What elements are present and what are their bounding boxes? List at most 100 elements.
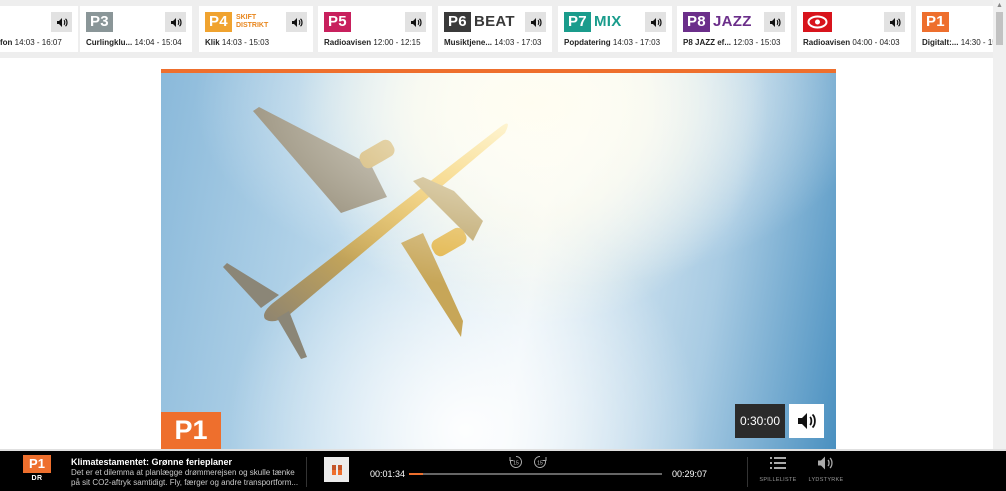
- channel-play-button[interactable]: [884, 12, 905, 32]
- channel-info: P8 JAZZ ef... 12:03 - 15:03: [683, 38, 780, 48]
- speaker-icon: [650, 17, 662, 27]
- scroll-thumb[interactable]: [996, 12, 1003, 45]
- channel-info: Curlingklu... 14:04 - 15:04: [86, 38, 182, 48]
- channel-badge: P5: [324, 12, 351, 32]
- channel-card-p8[interactable]: P8 JAZZ P8 JAZZ ef... 12:03 - 15:03: [677, 6, 791, 52]
- channel-show: Curlingklu...: [86, 38, 133, 47]
- channel-info: Digitalt:... 14:30 - 15:: [922, 38, 993, 48]
- playlist-button[interactable]: SPILLELISTE: [758, 456, 798, 483]
- channel-logo-text: MIX: [593, 13, 622, 30]
- channel-strip: fon 14:03 - 16:07 P3 Curlingklu... 14:04…: [0, 0, 993, 58]
- channel-play-button[interactable]: [405, 12, 426, 32]
- speaker-icon: [797, 413, 816, 429]
- page-scrollbar[interactable]: ▲: [993, 0, 1006, 449]
- channel-play-button[interactable]: [286, 12, 307, 32]
- now-playing-title[interactable]: Klimatestamentet: Grønne ferieplaner: [71, 457, 232, 467]
- hero-volume-button[interactable]: [789, 404, 824, 438]
- channel-play-button[interactable]: [165, 12, 186, 32]
- speaker-icon: [530, 17, 542, 27]
- channel-play-button[interactable]: [645, 12, 666, 32]
- svg-text:15: 15: [513, 461, 519, 467]
- channel-show: Klik: [205, 38, 220, 47]
- hero-channel-logo: P1: [161, 412, 221, 449]
- channel-time: 14:03 - 15:03: [221, 38, 270, 47]
- total-time: 00:29:07: [672, 469, 708, 479]
- channel-logo: P5: [324, 12, 351, 32]
- sleep-timer-button[interactable]: 0:30:00: [735, 404, 785, 438]
- channel-time: 14:03 - 17:03: [612, 38, 661, 47]
- speaker-icon: [291, 17, 303, 27]
- progress-bar[interactable]: [409, 473, 662, 475]
- channel-logo: P7 MIX: [564, 12, 622, 32]
- channel-card-p1[interactable]: P1 Digitalt:... 14:30 - 15:: [916, 6, 993, 52]
- volume-button[interactable]: LYDSTYRKE: [806, 456, 846, 483]
- speaker-icon: [818, 456, 833, 470]
- channel-show: Popdatering: [564, 38, 611, 47]
- channel-show: P8 JAZZ ef...: [683, 38, 732, 47]
- channel-logo: P3: [86, 12, 113, 32]
- channel-play-button[interactable]: [764, 12, 785, 32]
- channel-show: Radioavisen: [324, 38, 372, 47]
- channel-card-p6[interactable]: P6 BEAT Musiktjene... 14:03 - 17:03: [438, 6, 552, 52]
- channel-card-p3[interactable]: P3 Curlingklu... 14:04 - 15:04: [80, 6, 192, 52]
- channel-time: 14:03 - 17:03: [494, 38, 542, 47]
- channel-card-p5[interactable]: P5 Radioavisen 12:00 - 12:15: [318, 6, 432, 52]
- forward-15-icon: 15: [534, 456, 547, 468]
- skip-back-button[interactable]: 15: [508, 454, 524, 470]
- divider: [747, 457, 748, 487]
- channel-time: 12:03 - 15:03: [733, 38, 781, 47]
- player-channel-badge: P1: [23, 455, 51, 473]
- channel-time: 04:00 - 04:03: [852, 38, 900, 47]
- progress-fill: [409, 473, 423, 475]
- channel-badge: P6: [444, 12, 471, 32]
- now-playing-description: Det er et dilemma at planlægge drømmerej…: [71, 468, 299, 487]
- channel-logo-text: JAZZ: [712, 13, 752, 30]
- channel-time: 14:30 - 15:: [960, 38, 993, 47]
- speaker-icon: [889, 17, 901, 27]
- channel-logo: P6 BEAT: [444, 12, 515, 32]
- scroll-up-icon[interactable]: ▲: [996, 2, 1003, 9]
- channel-badge: P1: [922, 12, 949, 32]
- svg-text:15: 15: [537, 461, 543, 467]
- hero-section: P1 0:30:00: [161, 69, 836, 449]
- speaker-icon: [170, 17, 182, 27]
- channel-show: fon: [0, 38, 13, 47]
- volume-label: LYDSTYRKE: [808, 477, 844, 483]
- channel-card-dr-news[interactable]: Radioavisen 04:00 - 04:03: [797, 6, 911, 52]
- channel-district-label: SKIFT DISTRIKT: [235, 14, 269, 29]
- speaker-icon: [410, 17, 422, 27]
- speaker-icon: [769, 17, 781, 27]
- channel-card-p4[interactable]: P4 SKIFT DISTRIKT Klik 14:03 - 15:03: [199, 6, 313, 52]
- channel-logo: P1: [922, 12, 949, 32]
- channel-time: 14:04 - 15:04: [134, 38, 182, 47]
- channel-logo: [803, 12, 832, 32]
- rewind-15-icon: 15: [509, 456, 522, 468]
- channel-badge: P4: [205, 12, 232, 32]
- speaker-icon: [56, 17, 68, 27]
- channel-info: Radioavisen 12:00 - 12:15: [324, 38, 421, 48]
- channel-card-p7[interactable]: P7 MIX Popdatering 14:03 - 17:03: [558, 6, 672, 52]
- player-channel-logo: P1 DR: [23, 455, 51, 485]
- channel-logo-text: BEAT: [473, 13, 515, 30]
- channel-card-partial[interactable]: fon 14:03 - 16:07: [0, 6, 78, 52]
- channel-info: Musiktjene... 14:03 - 17:03: [444, 38, 541, 48]
- channel-badge: P7: [564, 12, 591, 32]
- channel-logo: P4 SKIFT DISTRIKT: [205, 12, 268, 32]
- channel-show: Musiktjene...: [444, 38, 493, 47]
- channel-show: Digitalt:...: [922, 38, 959, 47]
- channel-info: Klik 14:03 - 15:03: [205, 38, 269, 48]
- playlist-label: SPILLELISTE: [759, 477, 797, 483]
- channel-play-button[interactable]: [51, 12, 72, 32]
- channel-info: Popdatering 14:03 - 17:03: [564, 38, 660, 48]
- current-time: 00:01:34: [370, 469, 406, 479]
- channel-time: 14:03 - 16:07: [14, 38, 62, 47]
- divider: [306, 457, 307, 487]
- channel-show: Radioavisen: [803, 38, 851, 47]
- list-icon: [770, 457, 786, 469]
- channel-play-button[interactable]: [525, 12, 546, 32]
- skip-forward-button[interactable]: 15: [532, 454, 548, 470]
- channel-info: fon 14:03 - 16:07: [0, 38, 62, 48]
- channel-logo: P8 JAZZ: [683, 12, 752, 32]
- airplane-illustration: [161, 73, 836, 449]
- pause-button[interactable]: [324, 457, 349, 482]
